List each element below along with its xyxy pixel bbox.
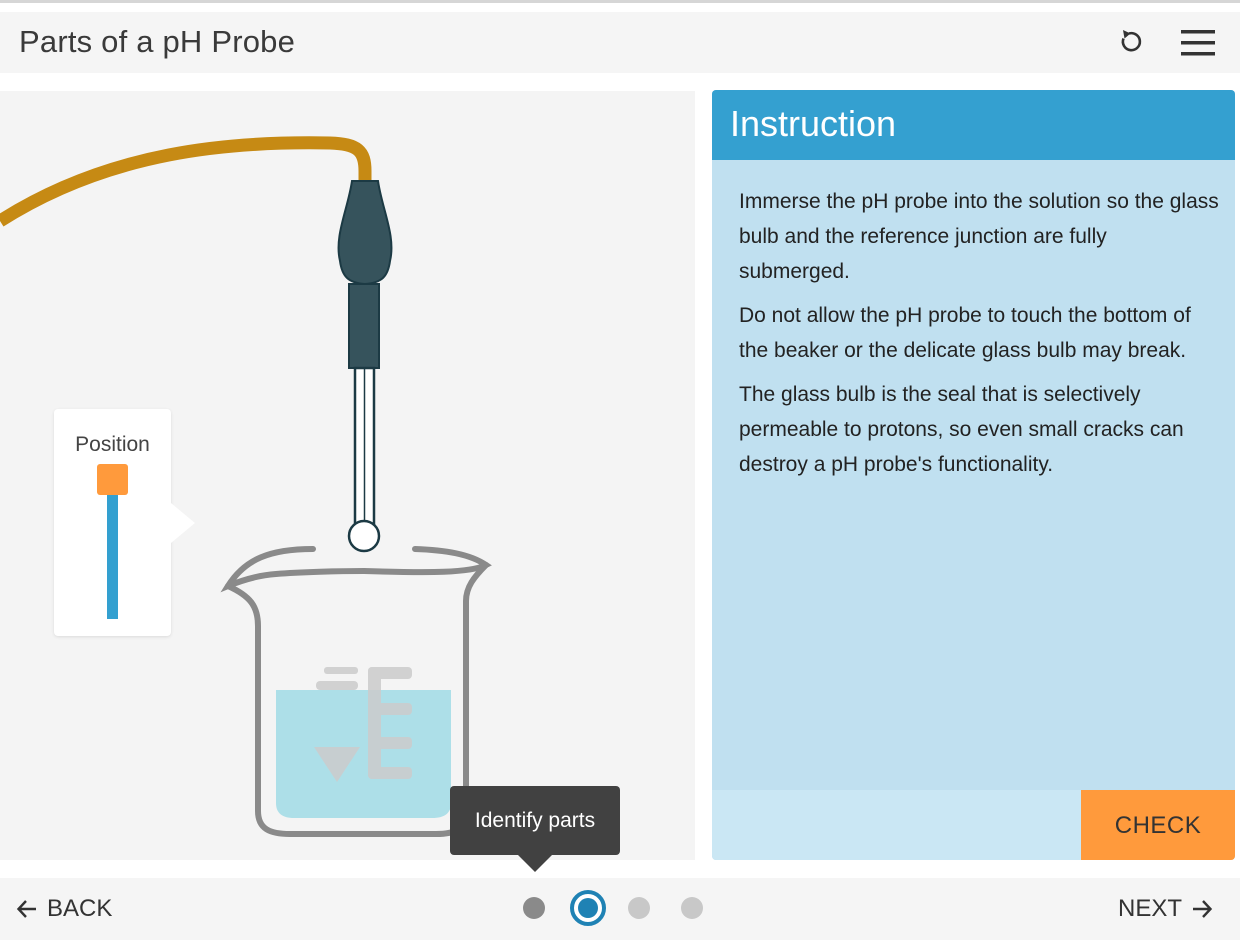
next-button[interactable]: NEXT xyxy=(1118,893,1214,925)
instruction-paragraph: Immerse the pH probe into the solution s… xyxy=(739,190,1219,283)
step-dot-4[interactable] xyxy=(681,897,703,919)
menu-button[interactable] xyxy=(1178,26,1218,60)
back-label: BACK xyxy=(47,895,113,922)
position-slider-thumb[interactable] xyxy=(97,464,128,495)
check-button[interactable]: CHECK xyxy=(1081,790,1235,860)
menu-icon xyxy=(1181,30,1215,56)
step-dot-2-current[interactable] xyxy=(570,890,606,926)
reset-icon xyxy=(1121,30,1142,52)
probe-cap xyxy=(337,180,393,286)
instruction-paragraph: Do not allow the pH probe to touch the b… xyxy=(739,304,1191,362)
simulation-stage: Position xyxy=(0,91,695,860)
beaker-rim-left xyxy=(220,546,367,593)
probe-body xyxy=(348,283,380,369)
position-control: Position xyxy=(54,409,195,636)
instruction-body: Immerse the pH probe into the solution s… xyxy=(739,184,1219,491)
solution xyxy=(276,690,451,818)
page-title: Parts of a pH Probe xyxy=(19,24,296,59)
next-label: NEXT xyxy=(1117,895,1182,922)
arrow-right-icon xyxy=(1193,900,1213,918)
step-tooltip: Identify parts xyxy=(450,786,620,872)
probe-cable xyxy=(0,136,372,227)
reset-button[interactable] xyxy=(1112,24,1148,60)
window-top-border xyxy=(0,0,1240,3)
instruction-footer: CHECK xyxy=(712,790,1235,860)
glass-bulb xyxy=(347,519,381,553)
header-bar: Parts of a pH Probe xyxy=(0,12,1240,73)
instruction-paragraph: The glass bulb is the seal that is selec… xyxy=(739,383,1184,476)
position-slider-track[interactable] xyxy=(107,481,118,619)
instruction-panel: Instruction Immerse the pH probe into th… xyxy=(712,90,1235,860)
footer-nav: BACK NEXT xyxy=(0,878,1240,940)
back-button[interactable]: BACK xyxy=(15,893,112,925)
instruction-header: Instruction xyxy=(712,90,1235,160)
step-dot-3[interactable] xyxy=(628,897,650,919)
position-label: Position xyxy=(75,433,150,456)
beaker-rim-right xyxy=(361,546,492,576)
arrow-left-icon xyxy=(16,900,36,918)
instruction-title: Instruction xyxy=(730,103,897,144)
step-dot-1[interactable] xyxy=(523,897,545,919)
